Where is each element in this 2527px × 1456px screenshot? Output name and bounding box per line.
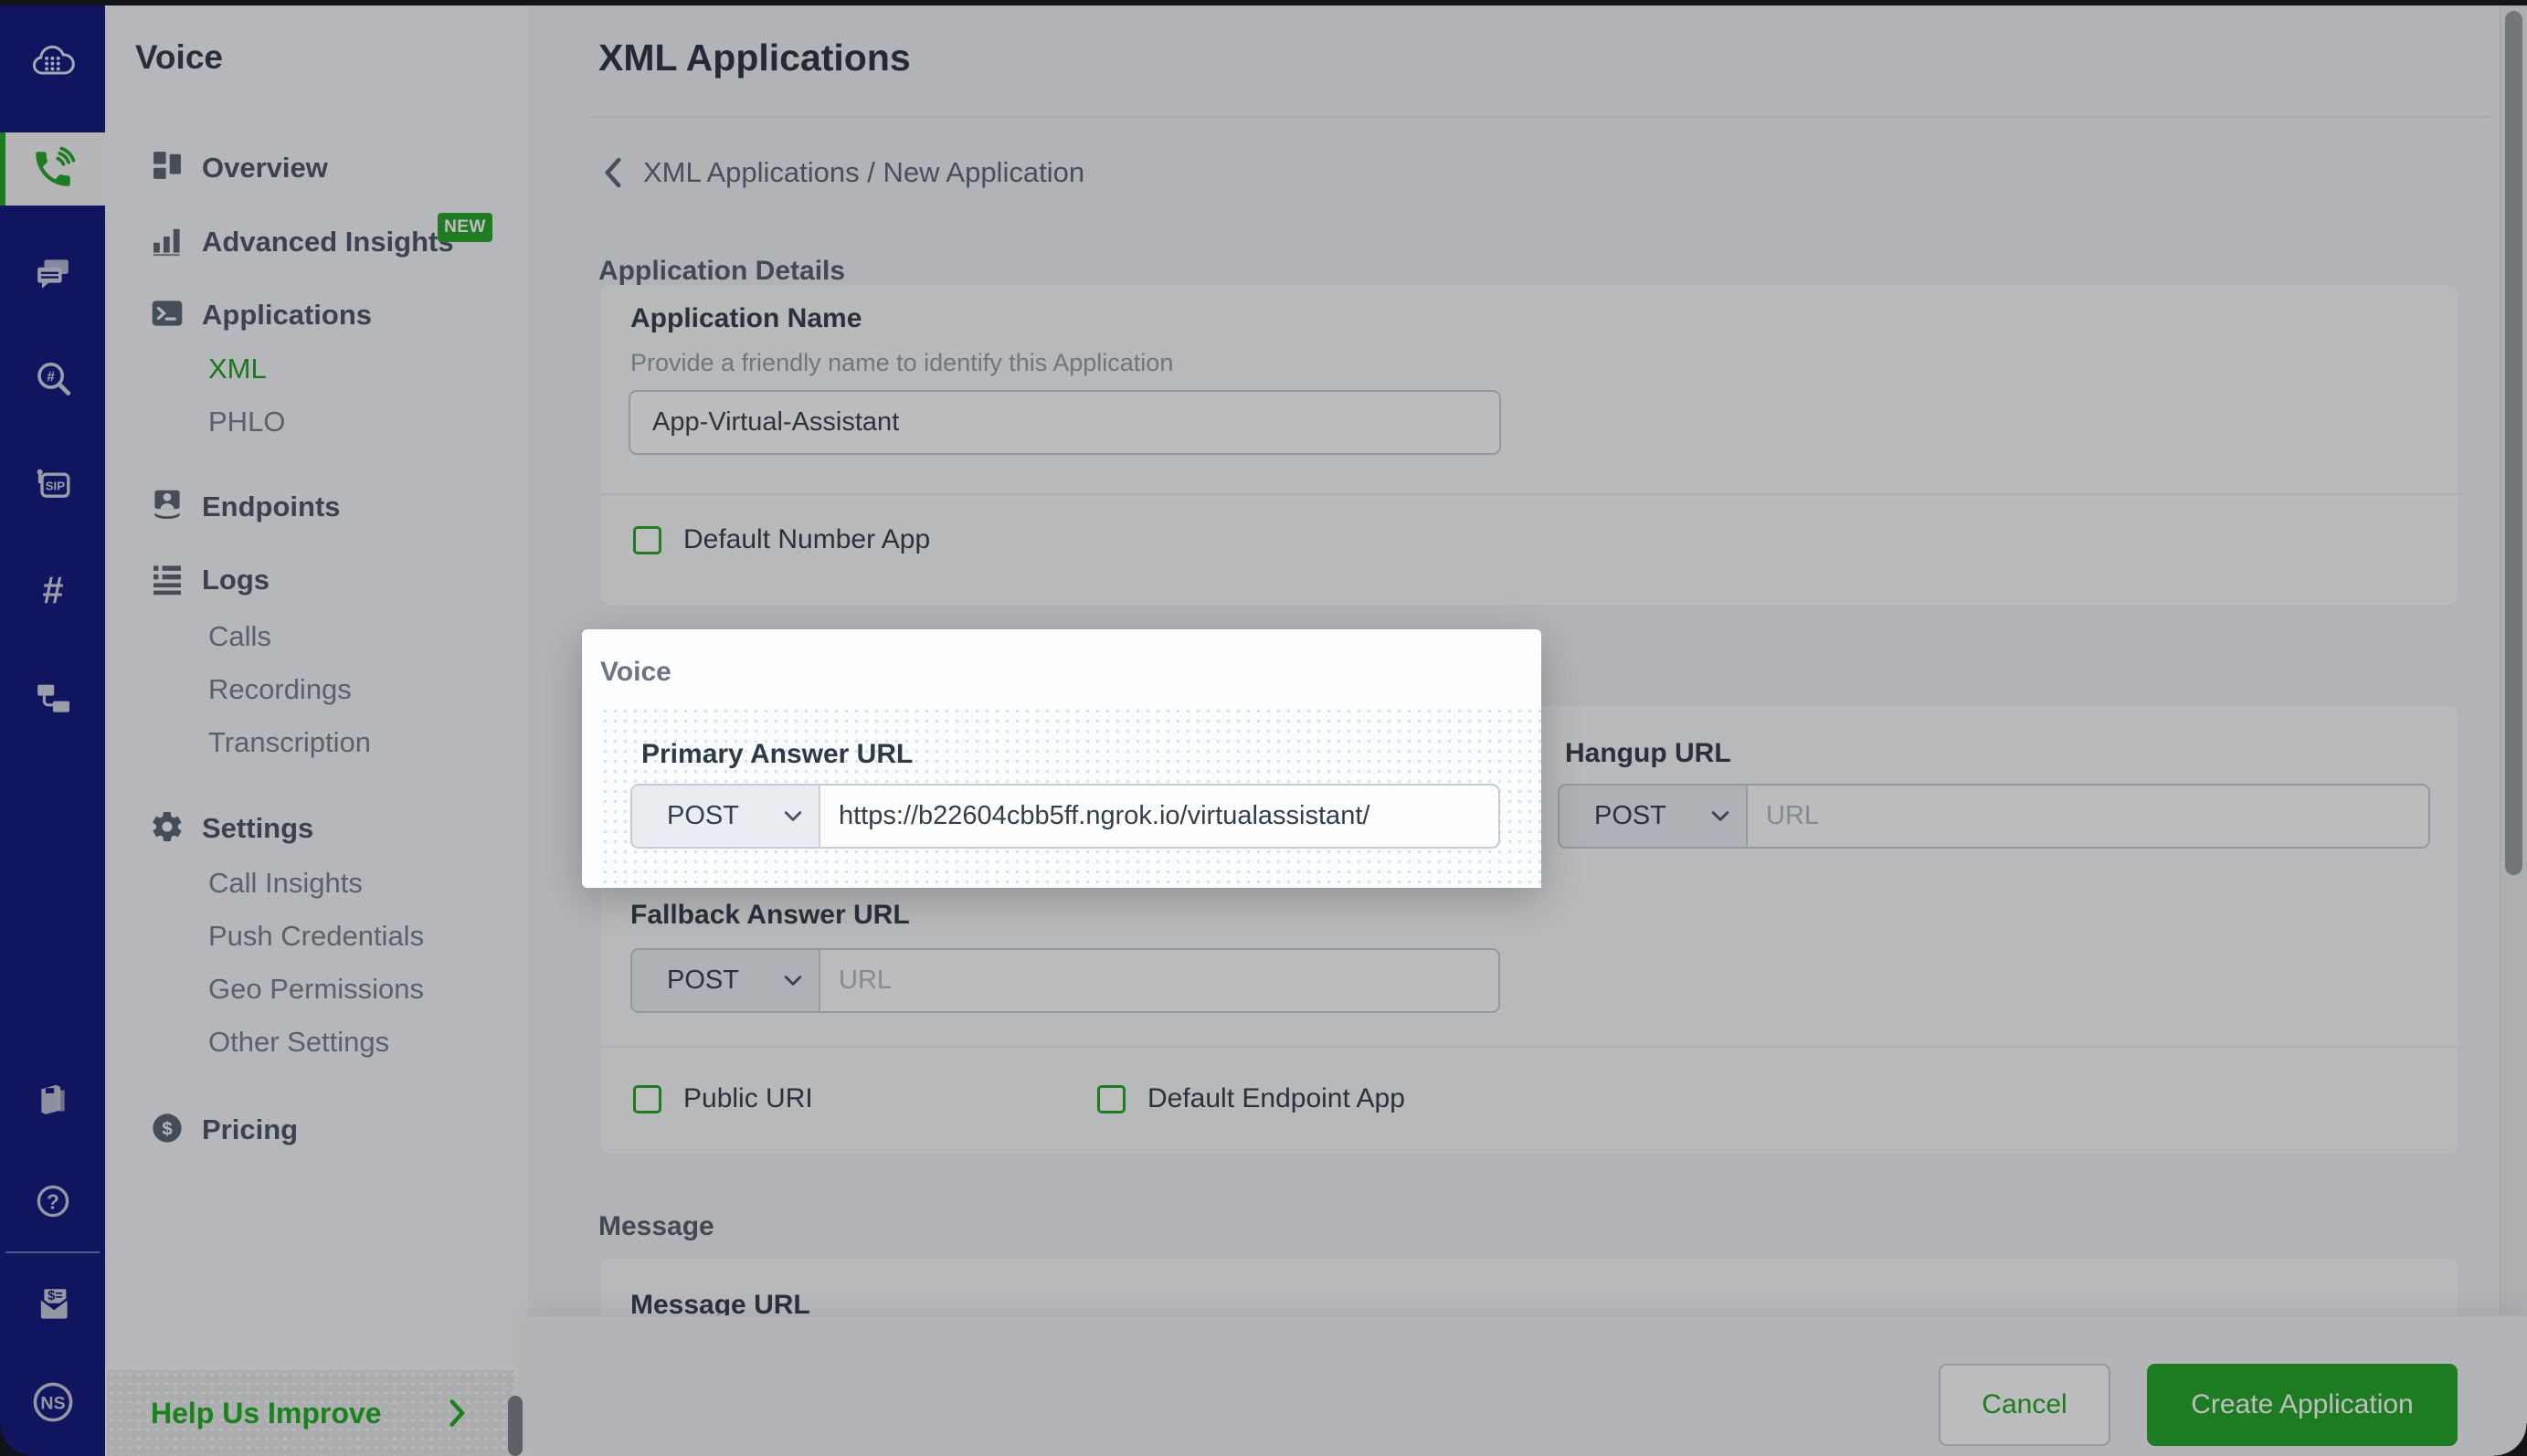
voice-section-heading: Voice	[600, 657, 671, 687]
primary-method-value: POST	[667, 801, 739, 830]
primary-url-group: POST	[630, 784, 1500, 849]
voice-card-highlight: Primary Answer URL POST	[600, 706, 1541, 888]
screen-corner	[2494, 1423, 2527, 1456]
screen-corner	[0, 1423, 33, 1456]
voice-spotlight-panel: Voice Primary Answer URL POST	[582, 629, 1541, 888]
primary-method-select[interactable]: POST	[632, 786, 820, 847]
plivo-console-page: # SIP # ? $= NS Voice Overview Advanced …	[0, 0, 2527, 1456]
primary-answer-url-label: Primary Answer URL	[641, 739, 914, 769]
primary-url-input[interactable]	[820, 786, 1498, 847]
chevron-down-icon	[784, 810, 802, 822]
